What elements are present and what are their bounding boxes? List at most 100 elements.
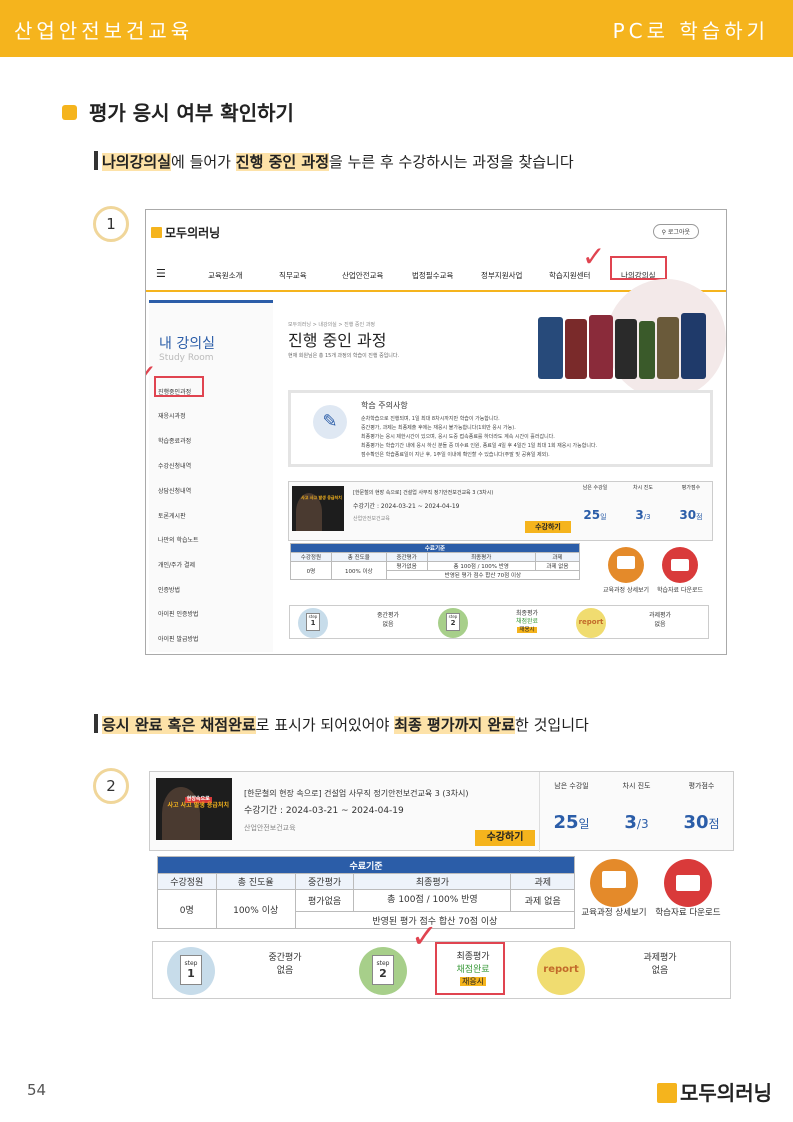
sidebar-item-payment[interactable]: 개인/주가 결제: [158, 560, 195, 569]
course-period: 수강기간 : 2024-03-21 ~ 2024-04-19: [353, 503, 460, 510]
highlight-box-in-progress: [154, 376, 204, 397]
evaluation-status-bar: step 1 중간평가 없음 step 2 최종평가 채점완료 재응시 report…: [289, 605, 709, 639]
course-detail-label[interactable]: 교육과정 상세보기: [598, 585, 654, 594]
check-mark-icon: ✓: [411, 917, 438, 955]
printer-icon[interactable]: [662, 547, 698, 583]
sidebar-item-applications[interactable]: 수강신청내역: [158, 461, 191, 470]
remaining-days: 25일: [553, 812, 590, 833]
clipboard-icon: ✎: [313, 405, 347, 439]
sidebar-item-finished[interactable]: 학습종료과정: [158, 436, 191, 445]
download-materials-label[interactable]: 학습자료 다운로드: [652, 585, 708, 594]
check-mark-icon: ✓: [582, 240, 606, 273]
course-title: [한문철의 현장 속으로] 건설업 사무직 정기안전보건교육 3 (3차시): [244, 789, 469, 798]
sidebar-item-ipin-auth[interactable]: 아이핀 인증방법: [158, 609, 199, 618]
sidebar-item-ipin-issue[interactable]: 아이핀 발급방법: [158, 634, 199, 643]
nav-item-safety[interactable]: 산업안전교육: [342, 270, 383, 281]
logout-button[interactable]: ⚲ 로그아웃: [652, 224, 699, 239]
evaluation-score: 30점: [679, 508, 703, 522]
logo-mark-icon: [151, 227, 162, 238]
step-number-1: 1: [93, 206, 129, 242]
score-label: 평가점수: [681, 485, 701, 491]
study-notice-box: ✎ 학습 주의사항 순차학습으로 진행되며, 1일 최대 8차시까지만 학습이 …: [288, 390, 713, 467]
course-detail-icon[interactable]: [590, 859, 638, 907]
course-card: 현장속으로 사고 사고 발생 응급처치 [한문철의 현장 속으로] 건설업 사무직…: [149, 771, 734, 852]
retake-badge[interactable]: 재응시: [497, 625, 557, 633]
step-2-icon: step 2: [438, 608, 468, 638]
notice-line: 최종평가는 응시 제한시간이 있으며, 응시 도중 접속종료를 하더라도 계속 …: [361, 434, 555, 440]
bullet-square-icon: [62, 105, 77, 120]
course-detail-label[interactable]: 교육과정 상세보기: [577, 908, 651, 918]
page-number: 54: [27, 1081, 47, 1099]
course-org: 산업안전보건교육: [353, 516, 390, 522]
notice-line: 점수확인은 학습종료일이 지난 후, 1주일 이내에 확인할 수 있습니다(주말…: [361, 452, 550, 458]
page-title: 진행 중인 과정: [288, 331, 387, 350]
task-eval-value: 없음: [654, 621, 666, 628]
banner-right-title: PC로 학습하기: [612, 19, 769, 43]
footer-logo: 모두의러닝: [657, 1077, 772, 1106]
mid-eval-label: 중간평가: [376, 612, 400, 619]
sidebar-item-notes[interactable]: 나만의 학습노트: [158, 535, 199, 544]
logo-mark-icon: [657, 1083, 677, 1103]
check-mark-icon: ✓: [146, 358, 157, 391]
page-subtitle: 현재 회원님은 총 15개 과정의 학습이 진행 중입니다.: [288, 353, 400, 359]
printer-icon[interactable]: [664, 859, 712, 907]
final-eval-value: 채점완료: [515, 618, 539, 625]
instruction-2: 응시 완료 혹은 채점완료로 표시가 되어있어야 최종 평가까지 완료한 것입니…: [94, 714, 589, 735]
nav-item-intro[interactable]: 교육원소개: [208, 270, 243, 281]
start-course-button[interactable]: 수강하기: [475, 830, 535, 846]
sidebar-item-retake[interactable]: 재응시과정: [158, 411, 186, 420]
nav-item-legal[interactable]: 법정필수교육: [412, 270, 453, 281]
quote-bar: [94, 714, 98, 733]
screenshot-course-card-zoomed: 현장속으로 사고 사고 발생 응급처치 [한문철의 현장 속으로] 건설업 사무직…: [149, 771, 734, 1011]
highlight-box-final-eval: [435, 942, 505, 995]
mid-eval-value: 없음: [382, 621, 394, 628]
course-detail-icon[interactable]: [608, 547, 644, 583]
course-thumbnail: 현장속으로 사고 사고 발생 응급처치: [156, 778, 232, 840]
site-logo: 모두의러닝: [151, 224, 220, 241]
course-thumbnail: 사고 사고 발생 응급처치: [292, 486, 344, 531]
sidebar-item-consult[interactable]: 상담신청내역: [158, 486, 191, 495]
score-label: 평가점수: [688, 782, 715, 790]
task-eval-label: 과제평가: [648, 612, 672, 619]
step-1-icon: step 1: [167, 947, 215, 995]
menu-hamburger-icon[interactable]: ☰: [156, 267, 166, 280]
remaining-days-label: 남은 수강일: [554, 782, 589, 790]
report-icon: report: [576, 608, 606, 638]
quote-bar: [94, 151, 98, 170]
nav-item-job[interactable]: 직무교육: [279, 270, 307, 281]
step-number-2: 2: [93, 768, 129, 804]
notice-title: 학습 주의사항: [361, 401, 408, 410]
progress-label: 차시 진도: [633, 485, 653, 491]
step-2-icon: step 2: [359, 947, 407, 995]
step-1-icon: step 1: [298, 608, 328, 638]
course-period: 수강기간 : 2024-03-21 ~ 2024-04-19: [244, 806, 404, 816]
lesson-progress: 3/3: [624, 812, 649, 833]
remaining-days-label: 남은 수강일: [582, 485, 608, 491]
instruction-1: 나의강의실에 들어가 진행 중인 과정을 누른 후 수강하시는 과정을 찾습니다: [94, 151, 574, 172]
completion-criteria-table: 수료기준 수강정원 총 진도율 중간평가 최종평가 과제 0명 100% 이상 평가없음 총 …: [290, 543, 581, 580]
section-title: 평가 응시 여부 확인하기: [62, 97, 294, 126]
progress-label: 차시 진도: [622, 782, 651, 790]
start-course-button[interactable]: 수강하기: [525, 521, 571, 533]
evaluation-score: 30점: [683, 812, 720, 833]
download-materials-label[interactable]: 학습자료 다운로드: [651, 908, 725, 918]
notice-line: 중간평가, 과제는 최종제출 후에는 재응시 불가능합니다(1회만 응시 가능)…: [361, 425, 516, 431]
mid-eval-label: 중간평가: [268, 953, 302, 963]
mid-eval-value: 없음: [276, 966, 294, 976]
course-card: 사고 사고 발생 응급처치 [한문철의 현장 속으로] 건설업 사무직 정기안전…: [288, 481, 713, 541]
top-banner: 산업안전보건교육 PC로 학습하기: [0, 0, 793, 57]
task-eval-value: 없음: [651, 966, 669, 976]
completion-criteria-table: 수료기준 수강정원 총 진도율 중간평가 최종평가 과제 0명 100% 이상 평가없음 총 …: [157, 856, 576, 929]
books-illustration: [526, 279, 726, 399]
sidebar-subtitle: Study Room: [159, 353, 214, 363]
sidebar-item-auth[interactable]: 인증방법: [158, 585, 180, 594]
notice-line: 최종평가는 학습기간 내에 응시 하신 분들 중 미수료 인원, 종료일 4일 …: [361, 443, 598, 449]
sidebar: 내 강의실 Study Room 진행중인과정 재응시과정 학습종료과정 수강신…: [149, 300, 273, 652]
nav-item-gov[interactable]: 정부지원사업: [481, 270, 522, 281]
sidebar-item-forum[interactable]: 토론게시판: [158, 511, 186, 520]
notice-line: 순차학습으로 진행되며, 1일 최대 8차시까지만 학습이 가능합니다.: [361, 416, 500, 422]
sidebar-title: 내 강의실: [159, 336, 215, 352]
course-org: 산업안전보건교육: [244, 824, 296, 832]
task-eval-label: 과제평가: [643, 953, 677, 963]
banner-left-title: 산업안전보건교육: [14, 19, 194, 43]
